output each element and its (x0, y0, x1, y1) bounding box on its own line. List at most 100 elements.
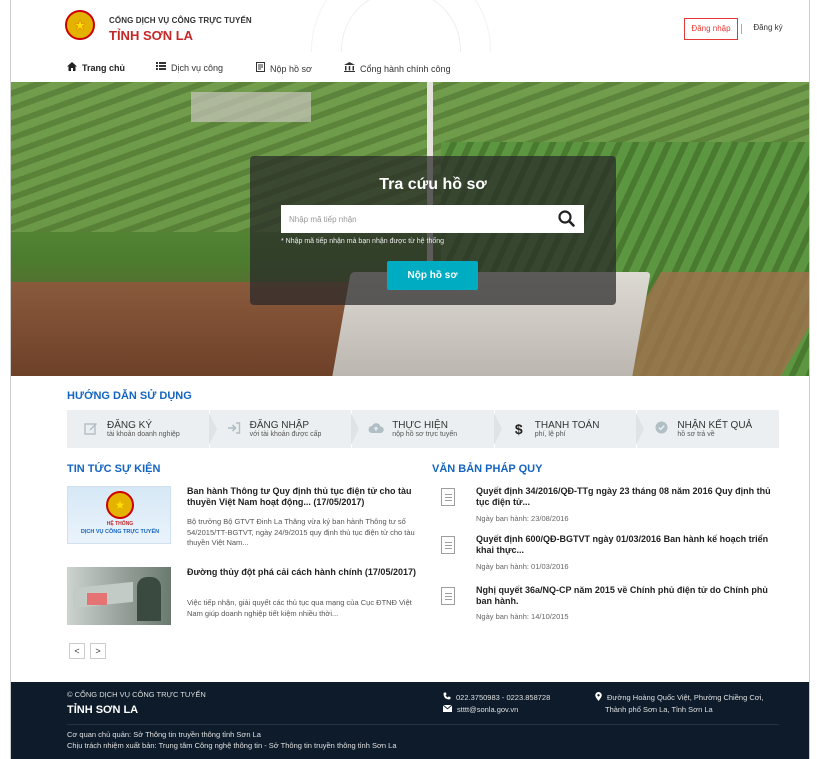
news-prev-button[interactable]: < (69, 643, 85, 659)
documents-section-title: VĂN BẢN PHÁP QUY (432, 463, 543, 475)
footer-divider (67, 724, 779, 725)
footer-title: TỈNH SƠN LA (67, 704, 139, 716)
guide-step-subtitle: nộp hồ sơ trực tuyến (392, 431, 458, 438)
step-arrow (351, 413, 360, 445)
news-next-button[interactable]: > (90, 643, 106, 659)
sign-in-icon (226, 421, 242, 438)
guide-step-register[interactable]: ĐĂNG KÝ tài khoản doanh nghiệp (67, 410, 217, 448)
guide-step-perform[interactable]: THỰC HIỆN nộp hồ sơ trực tuyến (351, 410, 502, 448)
lookup-panel: Tra cứu hồ sơ * Nhập mã tiếp nhận mà bạn… (250, 156, 616, 305)
guide-step-title: THANH TOÁN (534, 420, 600, 431)
guide-steps: ĐĂNG KÝ tài khoản doanh nghiệp ĐĂNG NHẬP… (67, 410, 779, 448)
news-description: Bộ trưởng Bộ GTVT Đinh La Thăng vừa ký b… (187, 517, 415, 547)
document-icon (441, 536, 455, 554)
login-button[interactable]: Đăng nhập (684, 18, 738, 40)
cloud-upload-icon (368, 422, 384, 437)
national-emblem-logo[interactable]: ★ (65, 10, 95, 40)
news-description: Việc tiếp nhận, giải quyết các thủ tục q… (187, 598, 412, 618)
nav-item-public-services[interactable]: Dịch vụ công (156, 62, 223, 73)
footer-address: Đường Hoàng Quốc Việt, Phường Chiềng Cơi… (595, 692, 763, 703)
guide-step-subtitle: phí, lệ phí (534, 431, 566, 438)
lookup-hint: * Nhập mã tiếp nhận mà bạn nhận được từ … (281, 238, 445, 245)
guide-step-subtitle: với tài khoản được cấp (249, 431, 322, 438)
document-title-link[interactable]: Quyết định 600/QĐ-BGTVT ngày 01/03/2016 … (476, 534, 786, 556)
guide-step-title: ĐĂNG NHẬP (249, 420, 310, 431)
footer-address-line: Đường Hoàng Quốc Việt, Phường Chiềng Cơi… (607, 693, 764, 702)
nav-item-label: Dịch vụ công (171, 62, 224, 73)
document-icon (441, 488, 455, 506)
register-button[interactable]: Đăng ký (748, 18, 788, 40)
document-title-link[interactable]: Nghị quyết 36a/NQ-CP năm 2015 về Chính p… (476, 585, 786, 607)
lookup-input[interactable] (281, 205, 584, 233)
document-date: Ngày ban hành: 23/08/2016 (476, 514, 569, 523)
list-icon (156, 62, 166, 73)
guide-step-title: ĐĂNG KÝ (107, 420, 153, 431)
footer-responsible: Chịu trách nhiệm xuất bản: Trung tâm Côn… (67, 741, 397, 750)
site-header: ★ CỔNG DỊCH VỤ CÔNG TRỰC TUYẾN TỈNH SƠN … (11, 0, 809, 52)
nav-item-label: Nộp hồ sơ (270, 63, 312, 74)
nav-item-home[interactable]: Trang chủ (67, 62, 125, 74)
hero-houses (191, 92, 311, 122)
document-icon (441, 587, 455, 605)
footer-address-line: Thành phố Sơn La, Tỉnh Sơn La (605, 705, 713, 714)
header-divider (741, 24, 742, 34)
brand-title[interactable]: TỈNH SƠN LA (109, 28, 193, 43)
site-footer: © CỔNG DỊCH VỤ CÔNG TRỰC TUYẾN TỈNH SƠN … (11, 682, 809, 759)
emblem-icon: ★ (106, 491, 134, 519)
guide-step-login[interactable]: ĐĂNG NHẬP với tài khoản được cấp (208, 410, 360, 448)
news-thumbnail[interactable]: ★ HỆ THỐNG DỊCH VỤ CÔNG TRỰC TUYẾN (67, 486, 171, 544)
guide-step-subtitle: hồ sơ trả về (677, 431, 715, 438)
guide-step-result[interactable]: NHẬN KẾT QUẢ hồ sơ trả về (636, 410, 779, 448)
news-item: Đường thủy đột phá cải cách hành chính (… (67, 567, 417, 627)
guide-step-subtitle: tài khoản doanh nghiệp (107, 431, 180, 438)
dollar-icon: $ (514, 421, 523, 437)
phone-icon (443, 692, 451, 702)
guide-step-payment[interactable]: $ THANH TOÁN phí, lệ phí (493, 410, 645, 448)
guide-step-title: THỰC HIỆN (392, 420, 448, 431)
footer-phone-text: 022.3750983 - 0223.858728 (456, 692, 551, 702)
search-icon[interactable] (556, 208, 578, 230)
envelope-icon (442, 704, 453, 714)
lookup-title: Tra cứu hồ sơ (379, 176, 487, 193)
thumbnail-caption: HỆ THỐNG (106, 521, 134, 527)
document-title-link[interactable]: Quyết định 34/2016/QĐ-TTg ngày 23 tháng … (476, 486, 786, 508)
document-item: Quyết định 34/2016/QĐ-TTg ngày 23 tháng … (441, 486, 786, 526)
building-icon (344, 62, 355, 75)
footer-phone: 022.3750983 - 0223.858728 (443, 692, 550, 702)
footer-copyright: © CỔNG DỊCH VỤ CÔNG TRỰC TUYẾN (67, 690, 206, 699)
hero-banner: Tra cứu hồ sơ * Nhập mã tiếp nhận mà bạn… (11, 82, 809, 376)
thumbnail-photo-element (87, 593, 107, 605)
guide-step-title: NHẬN KẾT QUẢ (677, 420, 753, 431)
news-item: ★ HỆ THỐNG DỊCH VỤ CÔNG TRỰC TUYẾN Ban h… (67, 486, 417, 556)
footer-address-2: Thành phố Sơn La, Tỉnh Sơn La (605, 705, 713, 714)
page: ★ CỔNG DỊCH VỤ CÔNG TRỰC TUYẾN TỈNH SƠN … (10, 0, 810, 759)
news-title-link[interactable]: Ban hành Thông tư Quy định thủ tục điện … (187, 486, 422, 508)
step-arrow (208, 413, 217, 445)
news-title-link[interactable]: Đường thủy đột phá cải cách hành chính (… (187, 567, 422, 578)
document-item: Nghị quyết 36a/NQ-CP năm 2015 về Chính p… (441, 585, 786, 625)
check-circle-icon (653, 421, 669, 437)
thumbnail-caption: DỊCH VỤ CÔNG TRỰC TUYẾN (80, 529, 160, 535)
nav-item-label: Cổng hành chính công (360, 63, 451, 74)
document-icon (256, 62, 265, 75)
map-marker-icon (595, 692, 602, 703)
guide-section-title: HƯỚNG DẪN SỬ DỤNG (67, 390, 192, 402)
news-section-title: TIN TỨC SỰ KIỆN (67, 463, 161, 475)
edit-icon (83, 421, 99, 438)
header-decoration-inner (341, 0, 461, 52)
news-thumbnail[interactable] (67, 567, 171, 625)
footer-email-text: stttt@sonla.gov.vn (457, 705, 519, 714)
nav-item-admin-portal[interactable]: Cổng hành chính công (344, 62, 451, 75)
nav-item-label: Trang chủ (82, 63, 126, 73)
document-date: Ngày ban hành: 14/10/2015 (476, 612, 569, 621)
thumbnail-photo-person (137, 577, 161, 621)
main-nav: Trang chủ Dịch vụ công Nộp hồ sơ Cổng hà… (11, 56, 809, 80)
brand-subtitle: CỔNG DỊCH VỤ CÔNG TRỰC TUYẾN (109, 16, 252, 25)
step-arrow (636, 413, 645, 445)
step-arrow (493, 413, 502, 445)
nav-item-submit[interactable]: Nộp hồ sơ (256, 62, 312, 75)
submit-dossier-button[interactable]: Nộp hồ sơ (387, 261, 478, 290)
footer-email[interactable]: stttt@sonla.gov.vn (442, 704, 519, 714)
document-item: Quyết định 600/QĐ-BGTVT ngày 01/03/2016 … (441, 534, 786, 574)
document-date: Ngày ban hành: 01/03/2016 (476, 562, 569, 571)
